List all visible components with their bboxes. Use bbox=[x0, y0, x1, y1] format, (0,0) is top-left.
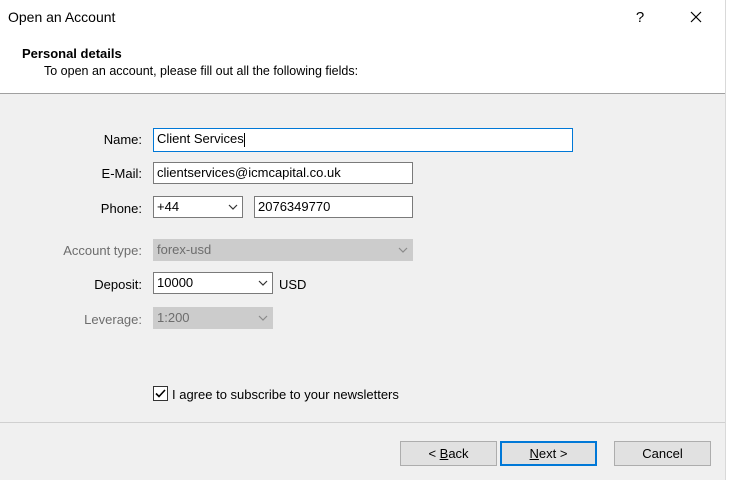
name-value: Client Services bbox=[157, 131, 244, 146]
cancel-button[interactable]: Cancel bbox=[614, 441, 711, 466]
chevron-down-icon bbox=[228, 204, 238, 210]
window-title: Open an Account bbox=[8, 9, 116, 25]
back-button-rest: ack bbox=[448, 446, 469, 461]
back-button[interactable]: < Back bbox=[400, 441, 497, 466]
help-button[interactable]: ? bbox=[630, 7, 650, 29]
name-label: Name: bbox=[103, 132, 142, 147]
deposit-label: Deposit: bbox=[94, 277, 142, 292]
close-icon bbox=[690, 11, 702, 23]
window-edge bbox=[725, 0, 729, 480]
country-code-value: +44 bbox=[157, 199, 180, 214]
title-bar: Open an Account ? bbox=[0, 0, 729, 36]
newsletter-label[interactable]: I agree to subscribe to your newsletters bbox=[172, 387, 399, 402]
button-separator bbox=[0, 422, 725, 423]
account-type-label: Account type: bbox=[63, 243, 142, 258]
leverage-value: 1:200 bbox=[157, 310, 190, 325]
close-button[interactable] bbox=[684, 7, 708, 29]
name-field[interactable]: Client Services bbox=[153, 128, 573, 152]
chevron-down-icon bbox=[258, 280, 268, 286]
back-button-prefix: < bbox=[428, 446, 440, 461]
account-type-value: forex-usd bbox=[157, 242, 212, 257]
leverage-label: Leverage: bbox=[84, 312, 142, 327]
wizard-header: Personal details To open an account, ple… bbox=[0, 36, 725, 94]
deposit-currency: USD bbox=[279, 277, 307, 292]
text-cursor bbox=[243, 132, 245, 147]
leverage-select: 1:200 bbox=[153, 307, 273, 329]
next-button[interactable]: Next > bbox=[500, 441, 597, 466]
next-button-rest: ext > bbox=[538, 446, 568, 461]
phone-label: Phone: bbox=[100, 201, 142, 216]
next-button-mnemonic: N bbox=[529, 446, 539, 461]
page-title: Personal details bbox=[22, 46, 122, 61]
country-code-select[interactable]: +44 bbox=[153, 196, 243, 218]
deposit-select[interactable]: 10000 bbox=[153, 272, 273, 294]
page-subtitle: To open an account, please fill out all … bbox=[44, 64, 359, 78]
email-label: E-Mail: bbox=[101, 166, 142, 181]
email-field[interactable]: clientservices@icmcapital.co.uk bbox=[153, 162, 413, 184]
deposit-value: 10000 bbox=[157, 275, 194, 290]
phone-number-field[interactable]: 2076349770 bbox=[254, 196, 413, 218]
chevron-down-icon bbox=[258, 315, 268, 321]
email-value: clientservices@icmcapital.co.uk bbox=[157, 165, 341, 180]
account-type-select: forex-usd bbox=[153, 239, 413, 261]
checkmark-icon bbox=[155, 389, 166, 398]
chevron-down-icon bbox=[398, 247, 408, 253]
newsletter-checkbox[interactable] bbox=[153, 386, 168, 401]
phone-number-value: 2076349770 bbox=[258, 199, 331, 214]
